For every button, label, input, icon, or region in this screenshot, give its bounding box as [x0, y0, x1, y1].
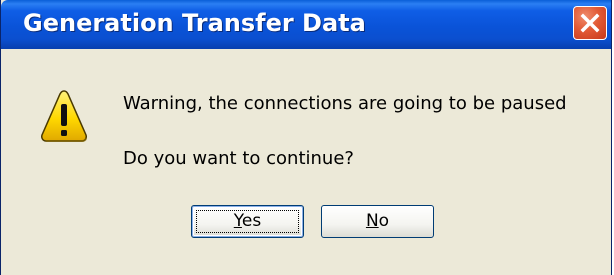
close-button[interactable]: [573, 6, 607, 40]
yes-button[interactable]: Yes: [191, 205, 304, 238]
no-button[interactable]: No: [321, 205, 434, 238]
window-title: Generation Transfer Data: [23, 9, 366, 37]
no-mnemonic: N: [365, 211, 379, 231]
focus-rectangle: [196, 210, 299, 233]
no-button-label: No: [366, 211, 389, 231]
close-icon: [580, 13, 600, 33]
dialog-window: Generation Transfer Data Warning, the co…: [0, 0, 612, 275]
confirm-question: Do you want to continue?: [123, 148, 354, 169]
title-bar[interactable]: Generation Transfer Data: [1, 0, 611, 49]
warning-icon: [39, 88, 89, 146]
no-label-rest: o: [378, 211, 390, 231]
warning-message: Warning, the connections are going to be…: [123, 93, 567, 114]
